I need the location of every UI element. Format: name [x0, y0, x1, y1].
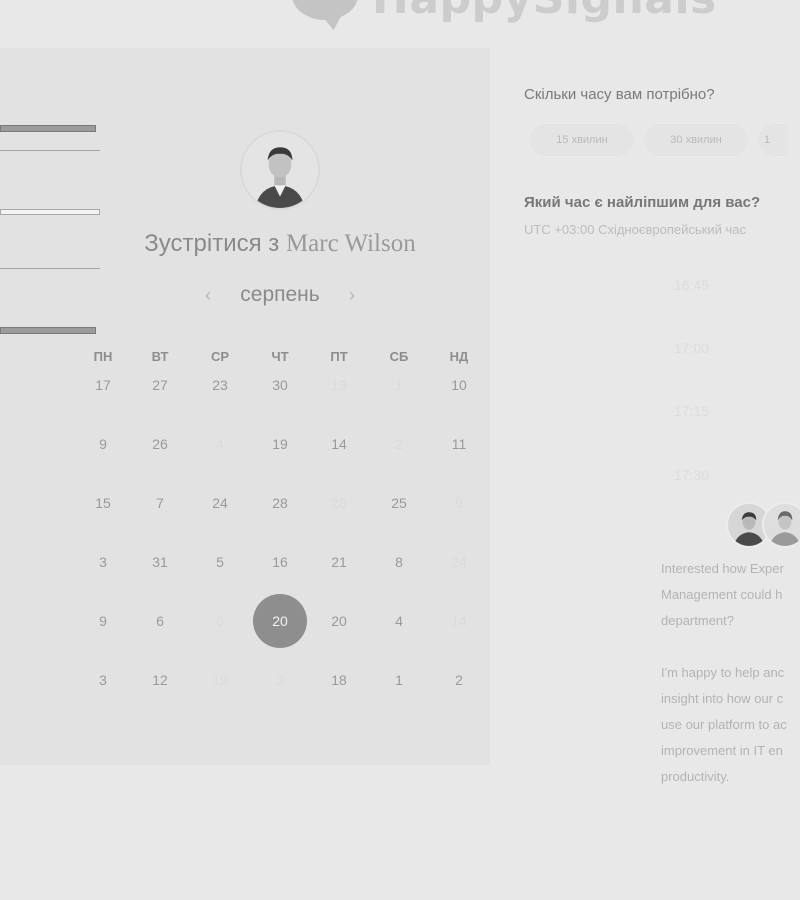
person-photo-icon — [764, 504, 800, 546]
calendar-day[interactable]: 14 — [314, 432, 364, 456]
calendar-day[interactable]: 7 — [135, 491, 185, 515]
booking-panel: Скільки часу вам потрібно? 15 хвилин 30 … — [524, 0, 800, 900]
weekday-label: СР — [210, 349, 230, 364]
calendar-day[interactable]: 10 — [434, 373, 484, 397]
calendar-day[interactable]: 16 — [255, 550, 305, 574]
calendar-day[interactable]: 3 — [78, 668, 128, 692]
calendar-panel: Зустрітися з Marc Wilson ‹ серпень › ПН В… — [0, 48, 490, 765]
calendar-day[interactable]: 18 — [314, 668, 364, 692]
calendar-day: 4 — [216, 436, 224, 452]
calendar-day[interactable]: 19 — [255, 432, 305, 456]
speech-bubble-icon — [290, 0, 362, 32]
time-slot[interactable]: 16:45 — [674, 277, 709, 293]
time-slot[interactable]: 17:00 — [674, 340, 709, 356]
calendar-day: 3 — [276, 672, 284, 688]
weekday-header: ПН ВТ СР ЧТ ПТ СБ НД — [0, 349, 490, 369]
calendar-day[interactable]: 23 — [195, 373, 245, 397]
time-slot[interactable]: 17:15 — [674, 403, 709, 419]
month-label: серпень — [240, 283, 320, 306]
weekday-label: ПТ — [330, 349, 348, 364]
calendar-day[interactable]: 5 — [195, 550, 245, 574]
calendar-day[interactable]: 6 — [135, 609, 185, 633]
message-line: Management could h — [661, 587, 783, 602]
calendar-day: 28 — [331, 495, 347, 511]
duration-option-15[interactable]: 15 хвилин — [530, 124, 634, 156]
calendar-day: 9 — [455, 495, 463, 511]
calendar-day[interactable]: 15 — [78, 491, 128, 515]
duration-option-30[interactable]: 30 хвилин — [644, 124, 748, 156]
host-avatar — [240, 130, 320, 210]
calendar-day[interactable]: 31 — [135, 550, 185, 574]
message-line: productivity. — [661, 769, 730, 784]
calendar-day[interactable]: 9 — [78, 432, 128, 456]
weekday-label: НД — [449, 349, 469, 364]
team-avatars — [726, 502, 800, 552]
calendar-day: 14 — [451, 613, 467, 629]
calendar-day[interactable]: 1 — [374, 668, 424, 692]
calendar-day[interactable]: 2 — [434, 668, 484, 692]
calendar-day: 1 — [395, 377, 403, 393]
calendar-day-selected[interactable]: 20 — [253, 594, 307, 648]
calendar-day[interactable]: 25 — [374, 491, 424, 515]
weekday-label: СБ — [389, 349, 409, 364]
message-line: department? — [661, 613, 734, 628]
row-indicator-bar — [0, 209, 100, 215]
meeting-title: Зустрітися з Marc Wilson — [0, 230, 560, 258]
message-line: insight into how our c — [661, 691, 784, 706]
calendar-day[interactable]: 21 — [314, 550, 364, 574]
calendar-day[interactable]: 17 — [78, 373, 128, 397]
calendar-day[interactable]: 28 — [255, 491, 305, 515]
calendar-day[interactable]: 12 — [135, 668, 185, 692]
message-line: use our platform to ac — [661, 717, 787, 732]
meeting-title-prefix: Зустрітися з — [144, 230, 280, 257]
duration-question: Скільки часу вам потрібно? — [524, 86, 715, 103]
row-indicator-bar — [0, 125, 96, 132]
month-navigation: ‹ серпень › — [205, 283, 355, 307]
message-line: I'm happy to help anc — [661, 665, 785, 680]
page: HappySignals Зустрітися з Marc Wilson ‹ … — [0, 0, 800, 900]
person-photo-icon — [242, 132, 318, 208]
calendar-day[interactable]: 11 — [434, 432, 484, 456]
row-indicator-bar — [0, 327, 96, 334]
duration-option-60[interactable]: 1 — [758, 124, 788, 156]
calendar-day[interactable]: 9 — [78, 609, 128, 633]
calendar-day: 13 — [331, 377, 347, 393]
calendar-day: 6 — [216, 613, 224, 629]
weekday-label: ЧТ — [271, 349, 289, 364]
row-indicator-bar — [0, 150, 100, 151]
timezone-label[interactable]: UTC +03:00 Східноєвропейський час — [524, 222, 746, 237]
time-question: Який час є найліпшим для вас? — [524, 194, 761, 211]
calendar-day[interactable]: 26 — [135, 432, 185, 456]
calendar-day[interactable]: 30 — [255, 373, 305, 397]
calendar-day: 2 — [395, 436, 403, 452]
duration-options: 15 хвилин 30 хвилин 1 — [530, 124, 788, 156]
message-line: improvement in IT en — [661, 743, 783, 758]
calendar-day[interactable]: 27 — [135, 373, 185, 397]
calendar-day[interactable]: 4 — [374, 609, 424, 633]
calendar-day: 24 — [451, 554, 467, 570]
chevron-left-icon[interactable]: ‹ — [205, 285, 211, 306]
team-avatar — [762, 502, 800, 548]
weekday-label: ПН — [93, 349, 113, 364]
chevron-right-icon[interactable]: › — [349, 285, 355, 306]
calendar-day: 19 — [212, 672, 228, 688]
calendar-day[interactable]: 24 — [195, 491, 245, 515]
host-name: Marc Wilson — [285, 230, 416, 257]
calendar-day[interactable]: 8 — [374, 550, 424, 574]
row-indicator-bar — [0, 268, 100, 269]
time-slot[interactable]: 17:30 — [674, 467, 709, 483]
calendar-day[interactable]: 3 — [78, 550, 128, 574]
calendar-day[interactable]: 20 — [314, 609, 364, 633]
weekday-label: ВТ — [151, 349, 169, 364]
message-line: Interested how Exper — [661, 561, 784, 576]
